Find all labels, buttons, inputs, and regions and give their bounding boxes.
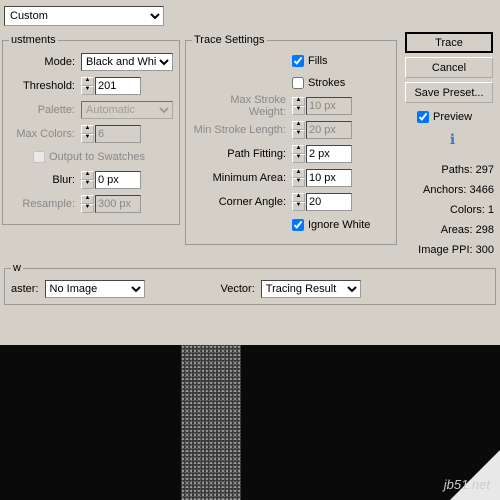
spin-up-icon: ▲: [292, 121, 305, 130]
trace-settings-group: Trace Settings Fills Strokes Max Stroke …: [185, 34, 397, 245]
mode-label: Mode:: [9, 56, 81, 68]
traced-artwork: [181, 345, 241, 500]
view-legend: w: [11, 262, 23, 274]
mode-select[interactable]: Black and White: [81, 53, 173, 71]
maxstroke-label: Max Stroke Weight:: [192, 94, 292, 118]
threshold-spinner[interactable]: ▲▼: [81, 77, 141, 95]
threshold-input[interactable]: [95, 77, 141, 95]
fills-label: Fills: [308, 55, 328, 67]
adjustments-legend: ustments: [9, 34, 58, 46]
minarea-input[interactable]: [306, 169, 352, 187]
ignorewhite-label: Ignore White: [308, 219, 370, 231]
preview-checkbox[interactable]: [417, 111, 429, 123]
pathfit-input[interactable]: [306, 145, 352, 163]
strokes-checkbox[interactable]: [292, 77, 304, 89]
minstroke-label: Min Stroke Length:: [192, 124, 292, 136]
preview-label: Preview: [433, 111, 472, 123]
cancel-button[interactable]: Cancel: [405, 57, 493, 78]
maxstroke-input: [306, 97, 352, 115]
spin-down-icon: ▼: [81, 134, 94, 143]
corner-spinner[interactable]: ▲▼: [292, 193, 352, 211]
trace-legend: Trace Settings: [192, 34, 267, 46]
spin-up-icon[interactable]: ▲: [81, 77, 94, 86]
canvas-area: jb51.net: [0, 345, 500, 500]
raster-select[interactable]: No Image: [45, 280, 145, 298]
paths-label: Paths:: [441, 164, 472, 176]
ppi-label: Image PPI:: [418, 244, 472, 256]
spin-down-icon[interactable]: ▼: [292, 154, 305, 163]
spin-down-icon: ▼: [292, 106, 305, 115]
pathfit-spinner[interactable]: ▲▼: [292, 145, 352, 163]
preset-select[interactable]: Custom: [4, 6, 164, 26]
trace-button[interactable]: Trace: [405, 32, 493, 53]
areas-label: Areas:: [441, 224, 473, 236]
resample-spinner: ▲▼: [81, 195, 141, 213]
spin-up-icon[interactable]: ▲: [292, 169, 305, 178]
info-icon: ℹ: [405, 127, 500, 152]
colors-label: Colors:: [450, 204, 485, 216]
blur-input[interactable]: [95, 171, 141, 189]
output-swatches-label: Output to Swatches: [49, 151, 145, 163]
spin-up-icon: ▲: [292, 97, 305, 106]
spin-down-icon[interactable]: ▼: [81, 180, 94, 189]
output-swatches-checkbox: [33, 151, 45, 163]
tracing-dialog: Custom ustments Mode: Black and White Th…: [0, 0, 500, 345]
spin-down-icon[interactable]: ▼: [81, 86, 94, 95]
save-preset-button[interactable]: Save Preset...: [405, 82, 493, 103]
ppi-value: 300: [476, 244, 494, 256]
watermark: jb51.net: [444, 477, 490, 492]
areas-value: 298: [476, 224, 494, 236]
fills-checkbox[interactable]: [292, 55, 304, 67]
minarea-label: Minimum Area:: [192, 172, 292, 184]
maxstroke-spinner: ▲▼: [292, 97, 352, 115]
spin-up-icon: ▲: [81, 195, 94, 204]
paths-value: 297: [476, 164, 494, 176]
raster-label: aster:: [11, 283, 39, 295]
spin-up-icon: ▲: [81, 125, 94, 134]
vector-label: Vector:: [221, 283, 255, 295]
adjustments-group: ustments Mode: Black and White Threshold…: [2, 34, 180, 225]
maxcolors-input: [95, 125, 141, 143]
view-group: w aster: No Image Vector: Tracing Result: [4, 262, 496, 305]
spin-up-icon[interactable]: ▲: [292, 145, 305, 154]
spin-up-icon[interactable]: ▲: [292, 193, 305, 202]
spin-down-icon[interactable]: ▼: [292, 178, 305, 187]
spin-down-icon[interactable]: ▼: [292, 202, 305, 211]
strokes-label: Strokes: [308, 77, 345, 89]
corner-input[interactable]: [306, 193, 352, 211]
maxcolors-spinner: ▲▼: [81, 125, 141, 143]
colors-value: 1: [488, 204, 494, 216]
anchors-value: 3466: [470, 184, 494, 196]
blur-spinner[interactable]: ▲▼: [81, 171, 141, 189]
spin-down-icon: ▼: [292, 130, 305, 139]
ignorewhite-checkbox[interactable]: [292, 219, 304, 231]
palette-select: Automatic: [81, 101, 173, 119]
spin-down-icon: ▼: [81, 204, 94, 213]
corner-label: Corner Angle:: [192, 196, 292, 208]
vector-select[interactable]: Tracing Result: [261, 280, 361, 298]
minarea-spinner[interactable]: ▲▼: [292, 169, 352, 187]
spin-up-icon[interactable]: ▲: [81, 171, 94, 180]
blur-label: Blur:: [9, 174, 81, 186]
palette-label: Palette:: [9, 104, 81, 116]
minstroke-input: [306, 121, 352, 139]
resample-label: Resample:: [9, 198, 81, 210]
threshold-label: Threshold:: [9, 80, 81, 92]
minstroke-spinner: ▲▼: [292, 121, 352, 139]
anchors-label: Anchors:: [423, 184, 466, 196]
pathfit-label: Path Fitting:: [192, 148, 292, 160]
resample-input: [95, 195, 141, 213]
stats-panel: Paths: 297 Anchors: 3466 Colors: 1 Areas…: [405, 160, 500, 260]
page-fold-decoration: [450, 450, 500, 500]
maxcolors-label: Max Colors:: [9, 128, 81, 140]
